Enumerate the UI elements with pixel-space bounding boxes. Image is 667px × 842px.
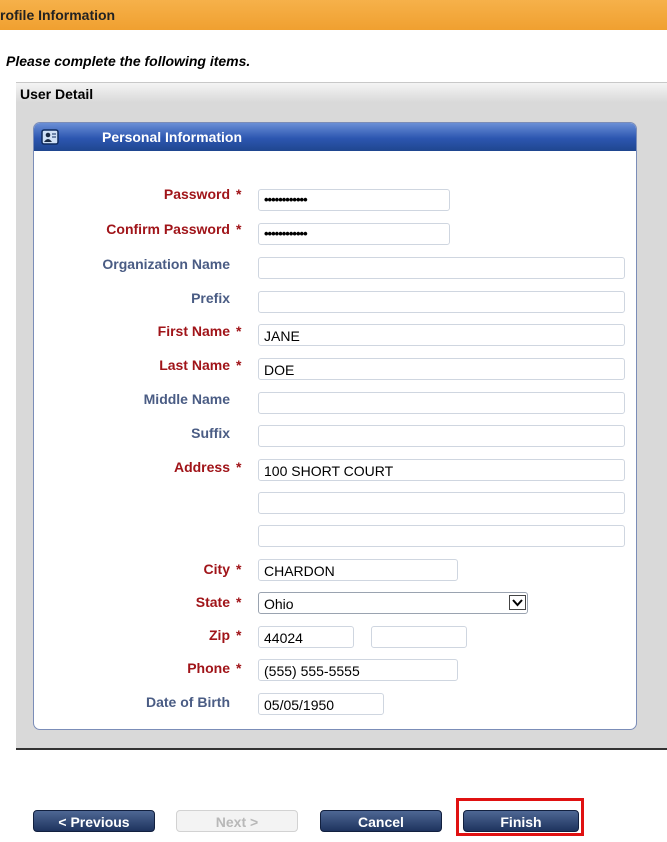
first-name-input[interactable]: JANE [258, 324, 625, 346]
required-marker: * [236, 323, 242, 339]
next-button[interactable]: Next > [176, 810, 298, 832]
required-marker: * [236, 660, 242, 676]
suffix-label: Suffix [191, 425, 230, 441]
panel-header: Personal Information [34, 123, 636, 151]
page-title: rofile Information [0, 7, 116, 23]
instructions-text: Please complete the following items. [6, 53, 251, 69]
section-title: User Detail [20, 86, 94, 102]
city-input[interactable]: CHARDON [258, 559, 458, 581]
organization-name-input[interactable] [258, 257, 625, 279]
required-marker: * [236, 459, 242, 475]
prefix-input[interactable] [258, 291, 625, 313]
section-header: User Detail [16, 82, 667, 104]
phone-input[interactable]: (555) 555-5555 [258, 659, 458, 681]
required-marker: * [236, 357, 242, 373]
chevron-down-icon[interactable] [509, 595, 526, 610]
address-line2-input[interactable] [258, 492, 625, 514]
last-name-label: Last Name [159, 357, 230, 373]
zip-label: Zip [209, 627, 230, 643]
address-line3-input[interactable] [258, 525, 625, 547]
address-line1-input[interactable]: 100 SHORT COURT [258, 459, 625, 481]
date-of-birth-label: Date of Birth [146, 694, 230, 710]
last-name-input[interactable]: DOE [258, 358, 625, 380]
required-marker: * [236, 186, 242, 202]
middle-name-input[interactable] [258, 392, 625, 414]
address-label: Address [173, 459, 230, 475]
page-header: rofile Information [0, 0, 667, 30]
zip-input[interactable]: 44024 [258, 626, 354, 648]
cancel-button[interactable]: Cancel [320, 810, 442, 832]
organization-name-label: Organization Name [102, 256, 230, 272]
required-marker: * [236, 594, 242, 610]
contact-card-icon [41, 129, 59, 145]
state-select[interactable]: Ohio [258, 592, 528, 614]
city-label: City [203, 561, 230, 577]
state-label: State [195, 594, 230, 610]
confirm-password-field[interactable]: •••••••••••• [258, 223, 450, 245]
required-marker: * [236, 221, 242, 237]
suffix-input[interactable] [258, 425, 625, 447]
phone-label: Phone [187, 660, 230, 676]
panel-title: Personal Information [102, 129, 243, 145]
password-field[interactable]: •••••••••••• [258, 189, 450, 211]
prefix-label: Prefix [191, 290, 230, 306]
required-marker: * [236, 561, 242, 577]
password-label: Password [163, 186, 230, 202]
required-marker: * [236, 627, 242, 643]
first-name-label: First Name [157, 323, 230, 339]
confirm-password-label: Confirm Password [106, 221, 230, 237]
date-of-birth-input[interactable]: 05/05/1950 [258, 693, 384, 715]
previous-button[interactable]: < Previous [33, 810, 155, 832]
middle-name-label: Middle Name [143, 391, 230, 407]
zip-extension-input[interactable] [371, 626, 467, 648]
finish-highlight-box [456, 798, 584, 836]
